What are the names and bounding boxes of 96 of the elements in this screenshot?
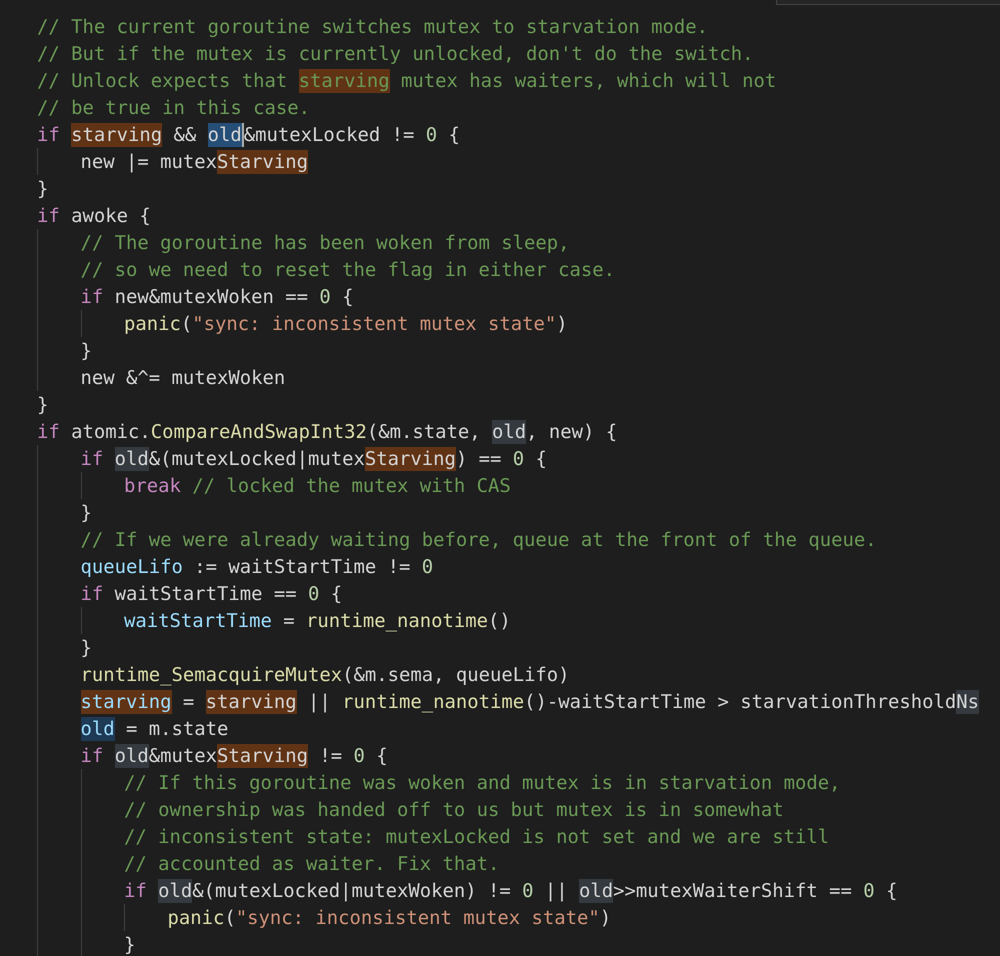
code-text: } bbox=[80, 636, 92, 660]
code-text: ) bbox=[556, 312, 568, 336]
code-text: || bbox=[306, 690, 332, 714]
code-text: ) bbox=[600, 906, 612, 930]
keyword: if bbox=[37, 420, 60, 444]
keyword: if bbox=[80, 744, 104, 768]
code-text: starving bbox=[71, 122, 162, 146]
code-comment: // If we were already waiting before, queue at the front of the queue. bbox=[80, 528, 877, 552]
code-text: } bbox=[37, 176, 48, 200]
code-text: &mutex bbox=[148, 744, 217, 768]
code-comment: // Unlock expects that bbox=[37, 68, 288, 92]
function-name: runtime_nanotime bbox=[306, 608, 488, 632]
number-literal: 0 bbox=[308, 582, 320, 606]
code-text: = bbox=[282, 608, 296, 632]
code-text: (&m.sema, queueLifo) bbox=[342, 662, 570, 686]
code-comment: // locked the mutex with CAS bbox=[191, 474, 511, 498]
function-name: panic bbox=[124, 312, 181, 336]
code-comment: // The goroutine has been woken from sleep, bbox=[80, 230, 570, 254]
string-literal: "sync: inconsistent mutex state" bbox=[236, 906, 600, 930]
code-comment: // But if the mutex is currently unlocked, don't do the switch. bbox=[37, 42, 754, 66]
keyword: if bbox=[80, 582, 104, 606]
code-text: = bbox=[182, 690, 196, 714]
code-comment: // The current goroutine switches mutex to starvation mode. bbox=[37, 14, 708, 38]
function-name: CompareAndSwapInt32 bbox=[150, 420, 367, 444]
code-text: old bbox=[492, 420, 526, 444]
code-text: , new) { bbox=[526, 420, 618, 444]
code-text: &mutexLocked != bbox=[244, 122, 416, 146]
keyword: if bbox=[80, 284, 104, 308]
code-text: } bbox=[80, 500, 92, 524]
function-name: runtime_SemacquireMutex bbox=[80, 662, 342, 686]
code-text: new |= mutex bbox=[80, 150, 217, 174]
function-name: runtime_nanotime bbox=[342, 690, 524, 714]
keyword: if bbox=[80, 446, 104, 470]
code-text: old bbox=[158, 878, 192, 902]
code-text: := waitStartTime != bbox=[193, 554, 412, 578]
code-text: && bbox=[172, 122, 198, 146]
variable-name: queueLifo bbox=[80, 554, 183, 578]
code-text: { bbox=[341, 284, 354, 308]
code-text: ( bbox=[224, 906, 236, 930]
code-text: old bbox=[578, 878, 614, 902]
code-text: starving bbox=[206, 690, 297, 714]
code-text: old bbox=[114, 446, 149, 470]
number-literal: 0 bbox=[422, 554, 434, 578]
code-text: Starving bbox=[364, 446, 456, 470]
code-text: { bbox=[375, 744, 388, 768]
code-comment: mutex has waiters, which will not bbox=[400, 68, 776, 92]
code-text: { bbox=[330, 582, 342, 606]
string-literal: "sync: inconsistent mutex state" bbox=[192, 312, 556, 336]
code-text: } bbox=[37, 392, 48, 416]
code-text: != bbox=[318, 744, 344, 768]
code-comment: starving bbox=[298, 68, 390, 92]
code-text: awoke { bbox=[70, 204, 151, 228]
code-comment: // inconsistent state: mutexLocked is not set and we are still bbox=[124, 824, 830, 848]
number-literal: 0 bbox=[522, 878, 534, 902]
code-comment: // so we need to reset the flag in either case. bbox=[80, 258, 616, 282]
keyword: if bbox=[37, 204, 60, 228]
variable-name: starving bbox=[80, 690, 172, 714]
code-text: new&mutexWoken == bbox=[114, 284, 309, 308]
code-text: old bbox=[208, 122, 242, 146]
code-comment: // be true in this case. bbox=[37, 96, 310, 120]
code-text: atomic. bbox=[70, 420, 151, 444]
number-literal: 0 bbox=[354, 744, 365, 768]
code-text: ()-waitStartTime > starvationThreshold bbox=[524, 690, 956, 714]
code-text: &(mutexLocked|mutex bbox=[148, 446, 365, 470]
code-text: Starving bbox=[217, 744, 308, 768]
code-comment: // If this goroutine was woken and mutex is in starvation mode, bbox=[124, 770, 841, 794]
number-literal: 0 bbox=[426, 122, 438, 146]
keyword: if bbox=[124, 878, 148, 902]
code-text: () bbox=[488, 608, 511, 632]
code-text: { bbox=[447, 122, 460, 146]
number-literal: 0 bbox=[863, 878, 875, 902]
variable-name: old bbox=[80, 716, 115, 740]
number-literal: 0 bbox=[512, 446, 524, 470]
variable-name: waitStartTime bbox=[124, 608, 272, 632]
keyword: if bbox=[37, 122, 61, 146]
code-text: { bbox=[534, 446, 547, 470]
code-text: old bbox=[114, 744, 149, 768]
code-comment: // ownership was handed off to us but mutex is in somewhat bbox=[124, 798, 784, 822]
code-text: } bbox=[124, 932, 136, 956]
function-name: panic bbox=[168, 906, 224, 930]
number-literal: 0 bbox=[319, 284, 331, 308]
code-text: } bbox=[80, 338, 92, 362]
code-text: (&m.state, bbox=[366, 420, 482, 444]
code-text: = m.state bbox=[124, 716, 228, 740]
code-text: new &^= mutexWoken bbox=[80, 366, 286, 390]
code-text: { bbox=[885, 878, 898, 902]
code-comment: // accounted as waiter. Fix that. bbox=[124, 852, 500, 876]
code-text: Starving bbox=[216, 150, 308, 174]
code-text: Ns bbox=[956, 690, 980, 714]
code-text: >>mutexWaiterShift == bbox=[613, 878, 853, 902]
code-text: ) == bbox=[456, 446, 502, 470]
code-text: waitStartTime == bbox=[114, 582, 298, 606]
keyword: break bbox=[124, 474, 181, 498]
code-text: &(mutexLocked|mutexWoken) != bbox=[192, 878, 512, 902]
code-text: ( bbox=[180, 312, 192, 336]
code-text: || bbox=[544, 878, 569, 902]
